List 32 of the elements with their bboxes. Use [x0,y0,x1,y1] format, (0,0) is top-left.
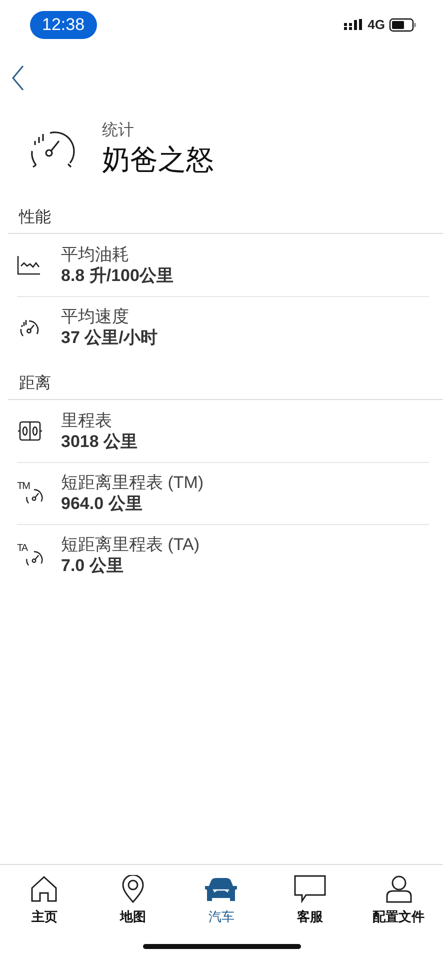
stat-value: 3018 公里 [61,430,138,452]
section-title: 性能 [18,208,52,228]
tab-item[interactable]: 客服 [266,865,354,960]
tab-item[interactable]: 配置文件 [354,865,443,960]
header-title: 奶爸之怒 [102,143,214,177]
map-pin-icon [120,875,145,903]
icon-label: TA [17,544,28,554]
stat-label: 里程表 [61,410,113,430]
stat-value: 7.0 公里 [61,555,124,577]
signal-icon [344,19,364,31]
tab-item[interactable]: 主页 [0,865,89,960]
status-time: 12:38 [30,11,97,39]
profile-icon [386,875,412,903]
stat-value: 964.0 公里 [61,493,144,515]
section-title: 距离 [18,374,52,394]
stat-value: 37 公里/小时 [61,327,158,349]
tab-item[interactable]: 地图 [88,865,178,960]
home-icon [30,875,58,903]
tab-item[interactable]: 汽车 [177,865,266,960]
icon-label: TM [17,482,30,492]
odometer-icon [17,420,43,442]
car-icon [204,877,238,903]
stat-label: 平均油耗 [61,244,130,264]
header-subtitle: 统计 [102,121,135,141]
stat-value: 8.8 升/100公里 [61,264,174,286]
stat-label: 短距离里程表 (TA) [61,534,200,555]
network-label: 4G [368,16,385,34]
chat-bubble-icon [294,875,326,903]
line-chart-icon [17,255,41,275]
stat-label: 平均速度 [61,306,130,327]
battery-icon [389,18,417,32]
stat-label: 短距离里程表 (TM) [61,472,204,493]
